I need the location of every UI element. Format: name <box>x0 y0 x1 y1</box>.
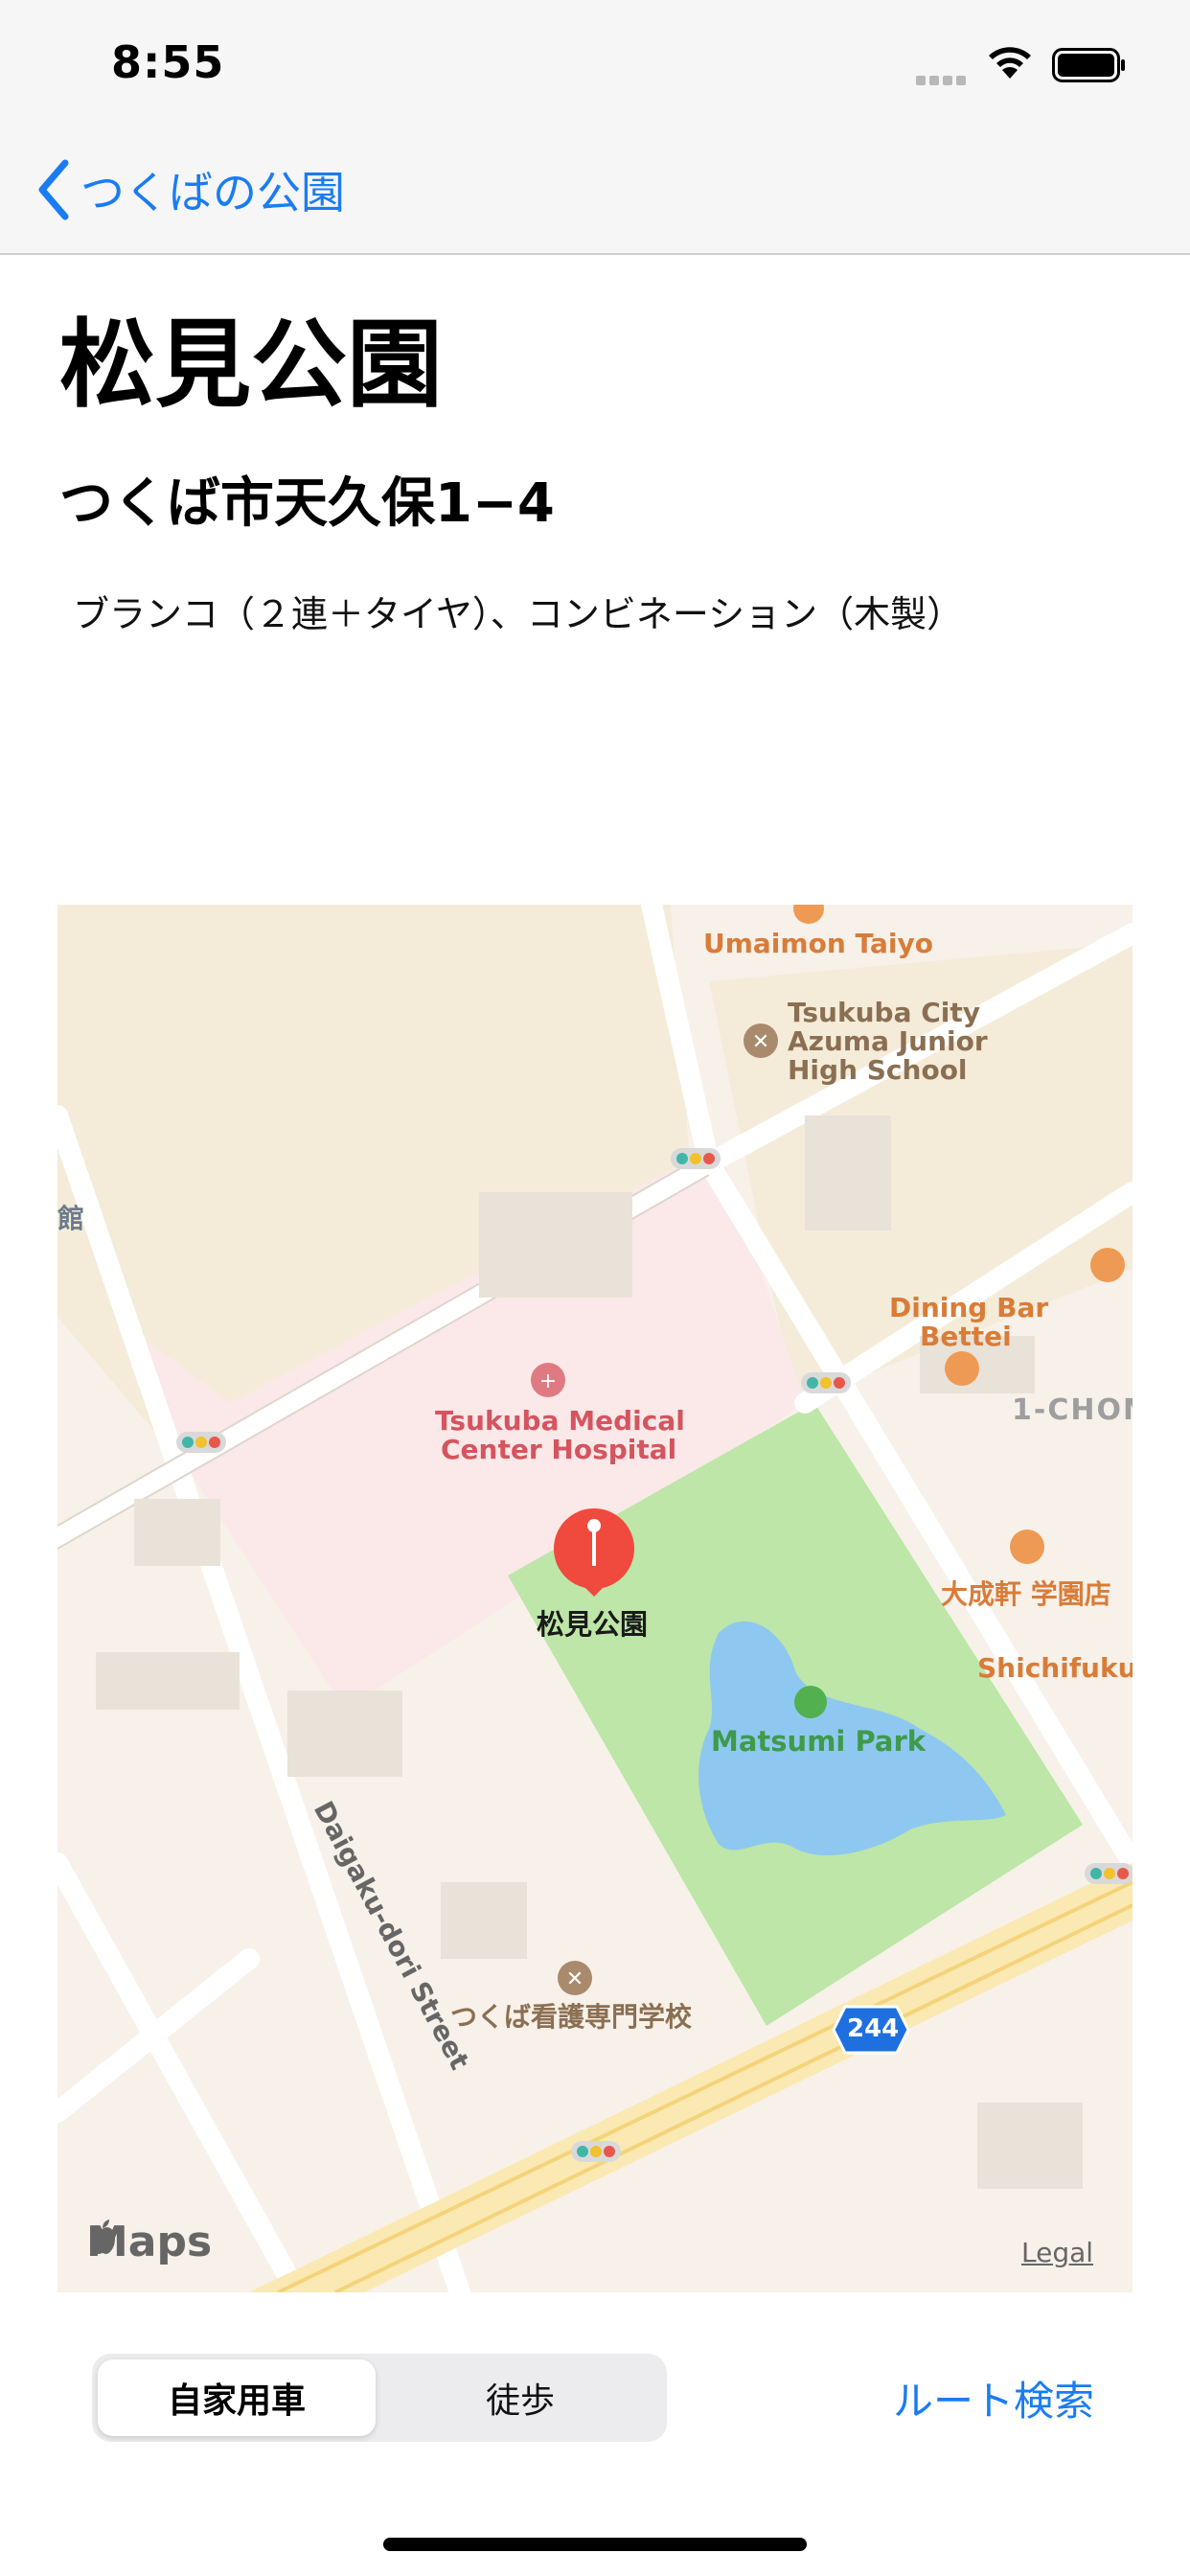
route-search-button[interactable]: ルート検索 <box>893 2369 1094 2427</box>
transport-mode-segmented-control[interactable]: 自家用車 徒歩 <box>92 2354 667 2442</box>
home-indicator <box>383 2538 807 2551</box>
restaurant-icon <box>1090 1248 1125 1282</box>
map-pin-label: 松見公園 <box>537 1608 649 1641</box>
cellular-signal-icon <box>916 71 973 85</box>
apple-logo-icon <box>90 2220 115 2254</box>
svg-text:✕: ✕ <box>566 1967 584 1991</box>
park-title: 松見公園 <box>59 309 443 421</box>
park-address: つくば市天久保1−4 <box>59 472 555 535</box>
traffic-light-icon <box>671 1148 721 1169</box>
map-label-taiseiken: 大成軒 学園店 <box>941 1578 1111 1610</box>
map-label-dining-2: Bettei <box>920 1321 1012 1352</box>
map-label-nursing-school: つくば看護専門学校 <box>450 2001 693 2033</box>
map-label-school-2: Azuma Junior <box>788 1025 988 1057</box>
map-label-shichifuku: Shichifukul <box>977 1652 1133 1684</box>
map-label-hospital-1: Tsukuba Medical <box>435 1405 685 1437</box>
status-time: 8:55 <box>111 36 225 88</box>
map-label-kan: 館 <box>57 1203 85 1234</box>
map-label-park: Matsumi Park <box>711 1725 927 1758</box>
svg-text:✕: ✕ <box>752 1030 769 1054</box>
back-button[interactable]: つくばの公園 <box>34 155 345 224</box>
restaurant-icon <box>945 1351 979 1386</box>
traffic-light-icon <box>1085 1863 1133 1884</box>
map-label-umaimon: Umaimon Taiyo <box>703 928 933 959</box>
legal-link[interactable]: Legal <box>1021 2237 1093 2268</box>
map-label-chome: 1-CHOM <box>1012 1393 1133 1427</box>
restaurant-icon <box>1010 1530 1044 1564</box>
back-button-label: つくばの公園 <box>80 167 345 218</box>
map-label-school-3: High School <box>788 1054 968 1086</box>
traffic-light-icon <box>176 1432 226 1453</box>
map-label-dining-1: Dining Bar <box>889 1292 1049 1323</box>
map-label-school-1: Tsukuba City <box>788 997 981 1028</box>
map-view[interactable]: ✕ + ✕ Umaimon Taiyo Tsukuba City Azuma J… <box>57 905 1133 2292</box>
wifi-icon <box>989 47 1031 79</box>
chevron-left-icon <box>38 159 69 220</box>
maps-logo: Maps <box>86 2218 212 2266</box>
segment-walk[interactable]: 徒歩 <box>381 2359 659 2436</box>
traffic-light-icon <box>801 1372 851 1393</box>
navigation-bar: つくばの公園 <box>0 126 1190 255</box>
traffic-light-icon <box>571 2141 621 2162</box>
tree-icon <box>794 1686 827 1718</box>
route-shield-number: 244 <box>847 2014 900 2043</box>
status-bar: 8:55 <box>0 0 1190 126</box>
svg-text:+: + <box>539 1369 557 1393</box>
segment-car[interactable]: 自家用車 <box>98 2359 376 2436</box>
map-label-hospital-2: Center Hospital <box>441 1434 677 1465</box>
park-equipment: ブランコ（２連＋タイヤ）、コンビネーション（木製） <box>73 593 964 635</box>
battery-icon <box>1052 48 1125 82</box>
